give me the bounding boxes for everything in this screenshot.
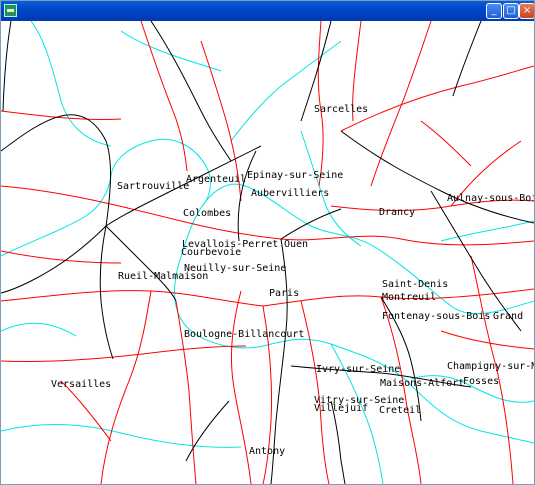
river-west (1, 322, 77, 337)
label-paris: Paris (269, 288, 299, 299)
label-montreuil: Montreuil (382, 292, 436, 303)
maximize-button[interactable]: □ (503, 3, 519, 19)
river-north (230, 40, 342, 142)
label-grand: Grand (493, 311, 523, 322)
label-saint-denis: Saint-Denis (382, 279, 448, 290)
road (60, 380, 112, 442)
road (1, 290, 264, 307)
label-sartrouville: Sartrouville (117, 181, 189, 192)
road-layer (1, 21, 534, 484)
label-champigny-sur-ma: Champigny-sur-Ma (447, 361, 534, 372)
close-button[interactable]: × (519, 3, 534, 19)
rail-line (105, 225, 177, 302)
label-aubervilliers: Aubervilliers (251, 188, 329, 199)
label-courbevoie: Courbevoie (181, 247, 241, 258)
rail-line (2, 21, 12, 112)
label-drancy: Drancy (379, 207, 415, 218)
road (1, 345, 247, 363)
label-colombes: Colombes (183, 208, 231, 219)
road (420, 120, 472, 167)
road (140, 21, 188, 172)
label-ivry-sur-seine: Ivry-sur-Seine (316, 364, 400, 375)
rail-line (99, 225, 114, 360)
app-icon (4, 4, 17, 17)
map-canvas[interactable]: Sarcelles Epinay-sur-Seine Argenteuil Au… (1, 21, 534, 484)
road (300, 300, 330, 484)
label-boulogne-billancourt: Boulogne-Billancourt (184, 329, 304, 340)
rail-line (150, 21, 232, 162)
label-fosses: Fosses (463, 376, 499, 387)
label-epinay-sur-seine: Epinay-sur-Seine (247, 170, 343, 181)
road (1, 110, 122, 120)
label-sarcelles: Sarcelles (314, 104, 368, 115)
label-argenteuil: Argenteuil (186, 174, 246, 185)
road (370, 21, 432, 187)
label-antony: Antony (249, 446, 285, 457)
label-maisons-alfort: Maisons-Alfort (380, 378, 464, 389)
minimize-button[interactable]: _ (486, 3, 502, 19)
water-layer (1, 21, 534, 484)
river-northwest (120, 30, 222, 72)
oise-river (30, 21, 112, 147)
rail-line (430, 190, 522, 332)
label-aulnay-sous-bois: Aulnay-sous-Bois (447, 193, 534, 204)
label-versailles: Versailles (51, 379, 111, 390)
title-bar[interactable]: _ □ × (1, 1, 534, 21)
map-window: _ □ × Sarcelles Epinay-sur-Seine Argente… (0, 0, 535, 485)
label-villejuif: Villejuif (314, 403, 368, 414)
label-rueil-malmaison: Rueil-Malmaison (118, 271, 208, 282)
label-ouen: Ouen (284, 239, 308, 250)
rail-layer (1, 21, 534, 484)
road (340, 65, 534, 132)
seine-river-west (1, 138, 211, 257)
label-fontenay-sous-bois: Fontenay-sous-Bois (382, 311, 490, 322)
river-southwest (1, 423, 242, 448)
road (380, 296, 422, 484)
road (1, 250, 122, 264)
label-creteil: Creteil (379, 405, 421, 416)
rail-line (185, 400, 230, 462)
